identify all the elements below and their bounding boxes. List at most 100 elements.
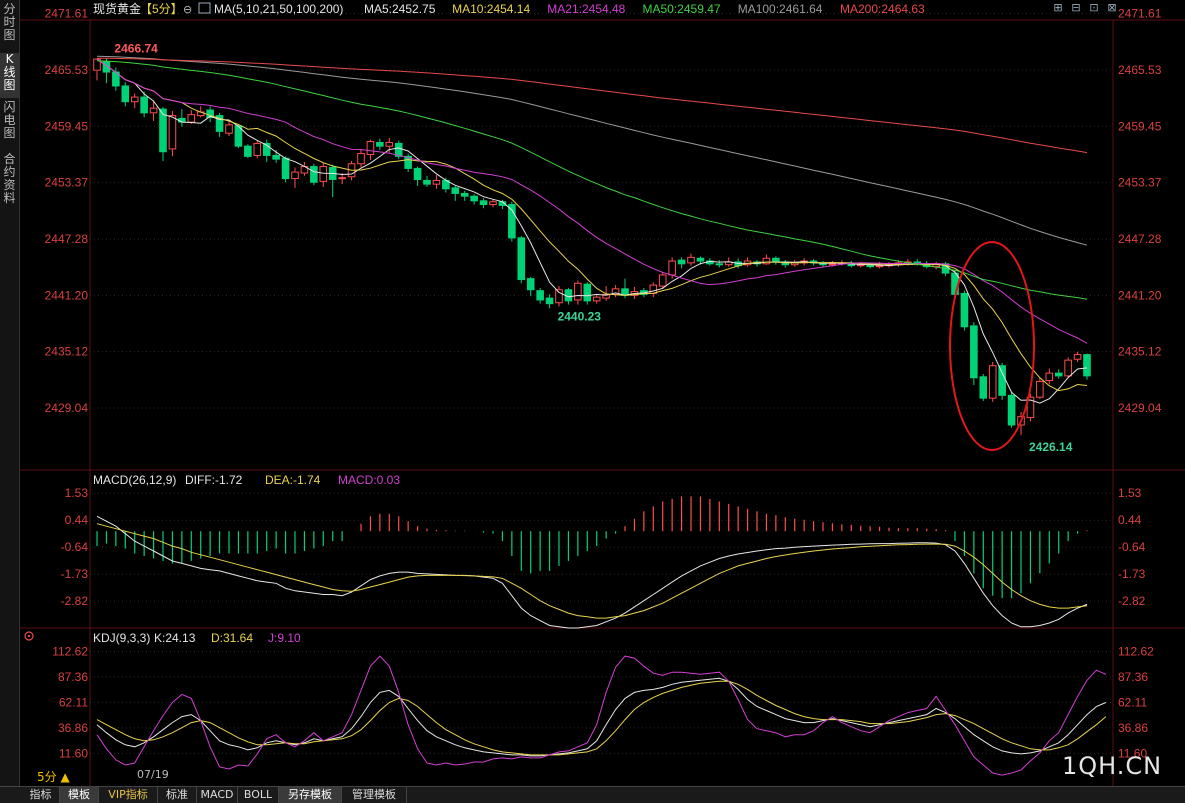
candle-body-14 — [225, 124, 233, 134]
candle-body-52 — [583, 283, 592, 302]
ma-value-4: MA100:2461.64 — [738, 2, 823, 16]
chart-area[interactable]: MACD(26,12,9) DIFF:-1.72 DEA:-1.74 MACD:0.0… — [0, 0, 1185, 786]
kdj-tick-left-1: 87.36 — [58, 670, 88, 684]
price-tick-right-3: 2453.37 — [1118, 176, 1162, 190]
close-panel-icon[interactable]: ⊠ — [1105, 1, 1119, 14]
candle-body-42 — [489, 201, 497, 206]
kdj-tick-right-2: 62.11 — [1118, 695, 1147, 709]
macd-tick-right-3: -1.73 — [1118, 567, 1146, 581]
period-tag: 【5分】 — [140, 2, 183, 16]
candle-body-21 — [291, 171, 299, 180]
tab-manage-template[interactable]: 管理模板 — [342, 787, 407, 803]
macd-tick-left-4: -2.82 — [61, 594, 89, 608]
ma-value-5: MA200:2464.63 — [840, 2, 925, 16]
candle-body-60 — [658, 274, 667, 287]
tab-standard[interactable]: 标准 — [158, 787, 197, 803]
highlight-ellipse — [949, 241, 1035, 451]
ma-indicator-icon[interactable] — [198, 2, 211, 14]
macd-title: MACD(26,12,9) — [93, 473, 176, 487]
candle-body-101 — [1045, 372, 1054, 382]
price-tick-right-1: 2465.53 — [1118, 63, 1162, 77]
period-selector[interactable]: 5分 ▲ — [37, 768, 70, 785]
ma21-line — [96, 58, 1088, 344]
candle-body-16 — [244, 145, 252, 157]
macd-tick-right-4: -2.82 — [1118, 594, 1146, 608]
candle-body-19 — [272, 154, 280, 160]
price-tick-left-6: 2435.12 — [45, 345, 89, 359]
macd-diff-line — [96, 515, 1088, 629]
kdj-tick-right-0: 112.62 — [1118, 644, 1154, 658]
kdj-tick-left-0: 112.62 — [52, 644, 88, 658]
tab-vip-indicator[interactable]: VIP指标 — [99, 787, 158, 803]
candle-body-3 — [121, 85, 130, 103]
kdj-tick-left-2: 62.11 — [59, 695, 88, 709]
tab-macd[interactable]: MACD — [197, 787, 238, 803]
candle-body-31 — [385, 141, 394, 147]
price-annotation-1: 2440.23 — [558, 309, 602, 323]
candle-body-5 — [140, 96, 148, 114]
ma10-line — [96, 58, 1088, 392]
kdj-tick-left-3: 36.86 — [58, 721, 88, 735]
kdj-tick-right-3: 36.86 — [1118, 721, 1148, 735]
price-tick-left-5: 2441.20 — [45, 288, 89, 302]
date-axis-label: 07/19 — [137, 768, 169, 781]
tab-template[interactable]: 模板 — [60, 787, 99, 803]
collapse-icon[interactable]: ⊖ — [183, 3, 192, 16]
candle-body-47 — [536, 290, 544, 301]
candle-body-97 — [1007, 394, 1016, 426]
zoom-out-icon[interactable]: ⊟ — [1069, 1, 1083, 14]
price-tick-right-7: 2429.04 — [1118, 401, 1162, 415]
candle-body-100 — [1036, 380, 1044, 398]
candle-body-46 — [526, 278, 535, 291]
bottom-tab-bar: 指标 模板 VIP指标 标准 MACD BOLL 另存模板 管理模板 — [0, 786, 1185, 803]
candle-body-102 — [1054, 372, 1063, 377]
candle-body-103 — [1064, 359, 1072, 377]
watermark: 1QH.CN — [1062, 752, 1163, 780]
instrument-name: 现货黄金 — [93, 1, 141, 16]
candle-body-41 — [479, 200, 488, 206]
ma-params: MA(5,10,21,50,100,200) — [214, 2, 343, 16]
candle-body-17 — [253, 142, 262, 156]
kdj-settings-icon-dot — [27, 634, 31, 638]
macd-tick-left-2: -0.64 — [61, 540, 89, 554]
tab-save-template[interactable]: 另存模板 — [279, 787, 342, 803]
tab-boll[interactable]: BOLL — [238, 787, 279, 803]
window-icon[interactable]: ⊡ — [1087, 1, 1101, 14]
candle-body-83 — [875, 265, 884, 268]
price-annotation-0: 2466.74 — [114, 42, 158, 56]
candle-body-71 — [762, 257, 771, 265]
candle-body-29 — [366, 141, 375, 156]
kdj-label-0: K:24.13 — [154, 631, 196, 645]
ma-value-0: MA5:2452.75 — [364, 2, 436, 16]
macd-tick-right-2: -0.64 — [1118, 540, 1146, 554]
price-tick-right-5: 2441.20 — [1118, 288, 1162, 302]
kdj-tick-left-4: 11.60 — [59, 746, 88, 760]
price-tick-left-7: 2429.04 — [45, 401, 89, 415]
candle-body-23 — [310, 166, 318, 183]
candle-body-104 — [1073, 354, 1082, 360]
price-tick-right-0: 2471.61 — [1118, 7, 1162, 21]
candle-body-35 — [423, 179, 431, 185]
candle-body-45 — [517, 237, 526, 281]
candle-body-34 — [413, 167, 422, 181]
price-tick-left-1: 2465.53 — [45, 63, 89, 77]
candle-body-96 — [998, 365, 1006, 396]
candle-body-40 — [470, 195, 478, 202]
candle-body-39 — [460, 192, 469, 197]
candle-body-26 — [338, 177, 346, 180]
candle-body-66 — [715, 263, 724, 266]
kdj-label-2: J:9.10 — [268, 631, 301, 645]
zoom-in-icon[interactable]: ⊞ — [1051, 1, 1065, 14]
price-annotation-2: 2426.14 — [1029, 440, 1073, 454]
price-tick-left-0: 2471.61 — [45, 7, 89, 21]
tab-indicator[interactable]: 指标 — [22, 787, 60, 803]
candle-body-49 — [555, 289, 563, 304]
macd-label-0: DIFF:-1.72 — [185, 473, 243, 487]
price-tick-right-2: 2459.45 — [1118, 119, 1162, 133]
price-tick-right-4: 2447.28 — [1118, 232, 1162, 246]
kdj-title: KDJ(9,3,3) — [93, 631, 150, 645]
toolbar: ⊞ ⊟ ⊡ ⊠ — [1051, 1, 1123, 14]
candle-body-105 — [1083, 354, 1091, 377]
candle-body-64 — [696, 257, 705, 262]
candle-body-10 — [187, 114, 196, 123]
